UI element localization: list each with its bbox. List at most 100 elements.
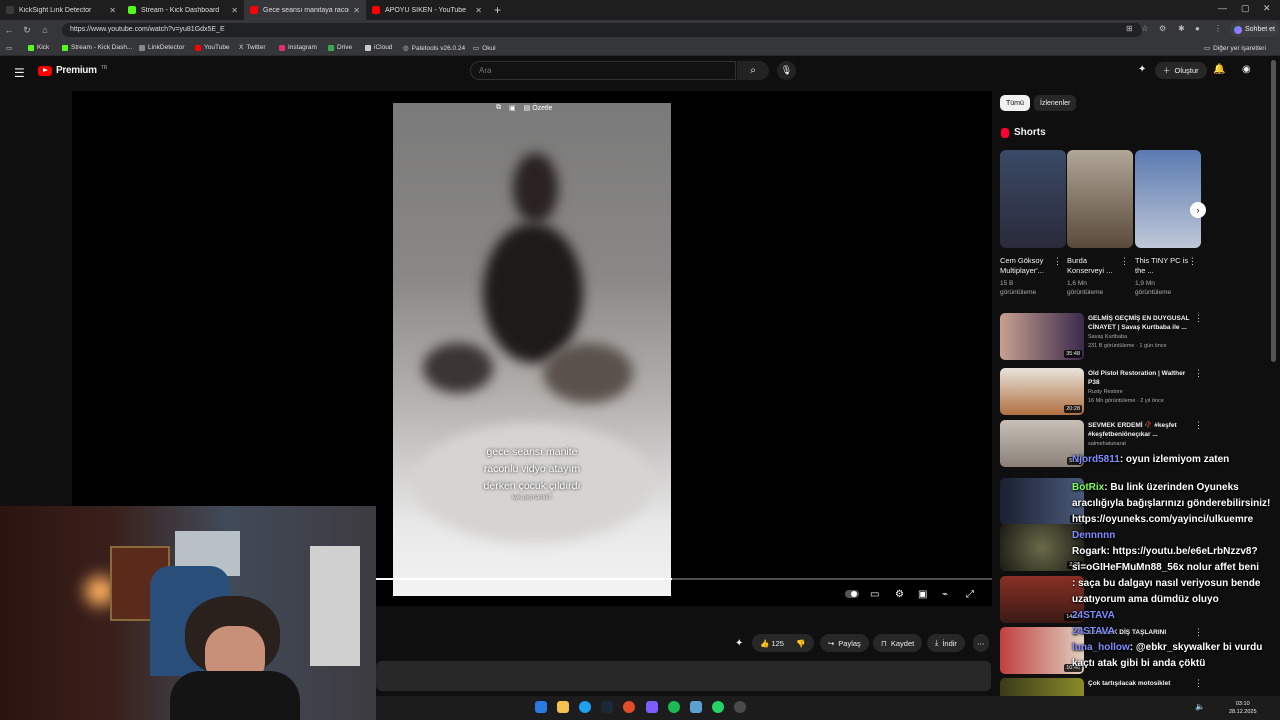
volume-icon[interactable]: 🔈 [1195, 702, 1205, 711]
dislike-button[interactable]: 👎 [796, 639, 805, 648]
fullscreen-icon[interactable]: ⤢ [966, 589, 974, 600]
close-icon[interactable]: ✕ [109, 6, 116, 15]
notifications-bell-icon[interactable]: 🔔 [1213, 64, 1225, 75]
more-vertical-icon[interactable]: ⋮ [1053, 256, 1062, 267]
short-thumbnail[interactable] [1000, 150, 1066, 248]
bookmark-instagram[interactable]: Instagram [279, 44, 317, 51]
bookmark-drive[interactable]: Drive [328, 44, 352, 51]
video-thumbnail[interactable] [1000, 678, 1084, 696]
url-field[interactable]: https://www.youtube.com/watch?v=yu81Gdx5… [62, 23, 1142, 37]
bookmark-linkdetector[interactable]: LinkDetector [139, 44, 185, 51]
picture-in-picture-icon[interactable]: ⧉ [496, 104, 501, 112]
hamburger-menu-icon[interactable]: ☰ [14, 66, 25, 80]
studio-icon[interactable]: ✦ [1138, 64, 1146, 75]
close-window-icon[interactable]: ✕ [1263, 3, 1271, 14]
extensions-puzzle-icon[interactable]: ✱ [1178, 24, 1185, 33]
share-button[interactable]: ↪ Paylaş [820, 634, 869, 652]
home-icon[interactable]: ⌂ [36, 25, 54, 35]
youtube-premium-logo[interactable]: Premium TR [38, 65, 107, 76]
system-clock[interactable]: 03:10 28.12.2025 [1229, 700, 1257, 716]
miniplayer-icon[interactable]: ▣ [918, 589, 927, 600]
progress-bar[interactable] [376, 578, 992, 580]
tab-youtube-apoyu[interactable]: APOYU SİKEN - YouTube ✕ [366, 0, 488, 20]
short-item[interactable]: Burda Konserveyi ... 1,6 Mn görüntüleme … [1067, 150, 1133, 297]
description-box[interactable] [376, 661, 991, 691]
tab-kicksight[interactable]: KickSight Link Detector ✕ [0, 0, 122, 20]
bookmark-star-icon[interactable]: ☆ [1141, 24, 1148, 33]
account-avatar-icon[interactable]: ◉ [1242, 64, 1251, 75]
bookmark-okul[interactable]: ▭ Okul [473, 44, 496, 53]
save-button[interactable]: ⊓ Kaydet [873, 634, 923, 652]
whatsapp-icon[interactable] [712, 701, 724, 713]
like-button[interactable]: 👍 125 [760, 639, 784, 648]
start-windows-icon[interactable] [535, 701, 547, 713]
cast-icon[interactable]: ⌁ [942, 589, 948, 600]
brave-icon[interactable] [623, 701, 635, 713]
video-title[interactable]: SEVMEK ERDEMİ 🥀 #keşfet #keşfetbeniöneçı… [1088, 421, 1192, 439]
more-vertical-icon[interactable]: ⋮ [1188, 256, 1197, 267]
more-vertical-icon[interactable]: ⋮ [1120, 256, 1129, 267]
menu-dots-icon[interactable]: ⋮ [1214, 24, 1222, 33]
voice-search-button[interactable]: 🎙 [777, 61, 796, 80]
new-tab-button[interactable]: + [494, 3, 501, 17]
channel-name[interactable]: Savaş Kurtbaba [1088, 334, 1127, 340]
recommended-video[interactable]: Çok tartışılacak motosiklet ⋮ [1000, 678, 1210, 696]
chat-button[interactable]: Sohbet et [1230, 22, 1279, 37]
close-icon[interactable]: ✕ [231, 6, 238, 15]
channel-name[interactable]: salmehatunarat [1088, 441, 1126, 447]
tab-kick-dashboard[interactable]: Stream - Kick Dashboard ✕ [122, 0, 244, 20]
short-thumbnail[interactable] [1135, 150, 1201, 248]
minimize-icon[interactable]: — [1218, 3, 1227, 13]
recommended-video[interactable]: 35:48 GELMİŞ GEÇMİŞ EN DUYGUSAL CİNAYET … [1000, 313, 1210, 360]
channel-name[interactable]: Rusty Restore [1088, 389, 1123, 395]
chip-all[interactable]: Tümü [1000, 95, 1030, 111]
short-item[interactable]: This TINY PC is the ... 1,9 Mn görüntüle… [1135, 150, 1201, 297]
app-icon[interactable] [690, 701, 702, 713]
more-vertical-icon[interactable]: ⋮ [1194, 313, 1203, 324]
download-button[interactable]: ⤓ İndir [927, 634, 965, 652]
profile-avatar-icon[interactable]: ● [1195, 24, 1200, 33]
bookmark-icloud[interactable]: iCloud [365, 44, 392, 51]
file-explorer-icon[interactable] [557, 701, 569, 713]
steam-icon[interactable] [601, 701, 613, 713]
tab-youtube-video[interactable]: Gece seansı manitaya raconlu ✕ [244, 0, 366, 20]
extension-icon[interactable]: ⚙ [1159, 24, 1166, 33]
more-vertical-icon[interactable]: ⋮ [1194, 368, 1203, 379]
spotify-icon[interactable] [668, 701, 680, 713]
chip-watched[interactable]: İzlenenler [1034, 95, 1077, 111]
bookmark-youtube[interactable]: YouTube [195, 44, 230, 51]
short-title[interactable]: Cem Göksoy Multiplayer'... [1000, 256, 1056, 276]
install-app-icon[interactable]: ⊞ [1126, 24, 1133, 33]
chrome-icon[interactable] [734, 701, 746, 713]
obs-icon[interactable] [646, 701, 658, 713]
sparkle-icon[interactable]: ✦ [735, 638, 743, 649]
video-title[interactable]: Çok tartışılacak motosiklet [1088, 679, 1192, 688]
bookmark-kick[interactable]: Kick [28, 44, 49, 51]
video-frame[interactable] [393, 103, 671, 596]
maximize-icon[interactable]: ▢ [1241, 3, 1250, 14]
page-scrollbar[interactable] [1271, 60, 1276, 362]
bookmark-paletools[interactable]: ◎ Paletools v26.0.24 [403, 44, 465, 53]
apps-icon[interactable]: ▭ [6, 44, 12, 52]
subtitles-icon[interactable]: ▭ [870, 589, 879, 600]
search-button[interactable]: ⌕ [737, 61, 769, 80]
shorts-next-button[interactable]: › [1190, 202, 1206, 218]
more-vertical-icon[interactable]: ⋮ [1194, 420, 1203, 431]
search-input[interactable] [470, 61, 736, 80]
autoplay-toggle[interactable] [845, 590, 859, 598]
more-vertical-icon[interactable]: ⋮ [1194, 678, 1203, 689]
back-icon[interactable]: ← [0, 25, 18, 35]
close-icon[interactable]: ✕ [475, 6, 482, 15]
reload-icon[interactable]: ↻ [18, 25, 36, 36]
settings-gear-icon[interactable]: ⚙ [895, 589, 904, 600]
short-thumbnail[interactable] [1067, 150, 1133, 248]
bookmark-twitter[interactable]: X Twitter [239, 44, 266, 51]
summarize-button[interactable]: ▤ Özetle [524, 104, 553, 112]
short-title[interactable]: This TINY PC is the ... [1135, 256, 1191, 276]
more-actions-button[interactable]: ⋯ [973, 634, 989, 652]
video-title[interactable]: GELMİŞ GEÇMİŞ EN DUYGUSAL CİNAYET | Sava… [1088, 314, 1192, 332]
other-bookmarks[interactable]: ▭ Diğer yer işaretleri [1204, 44, 1266, 53]
short-item[interactable]: Cem Göksoy Multiplayer'... 15 B görüntül… [1000, 150, 1066, 297]
bookmark-kick-dashboard[interactable]: Stream - Kick Dash... [62, 44, 132, 51]
edge-browser-icon[interactable] [579, 701, 591, 713]
